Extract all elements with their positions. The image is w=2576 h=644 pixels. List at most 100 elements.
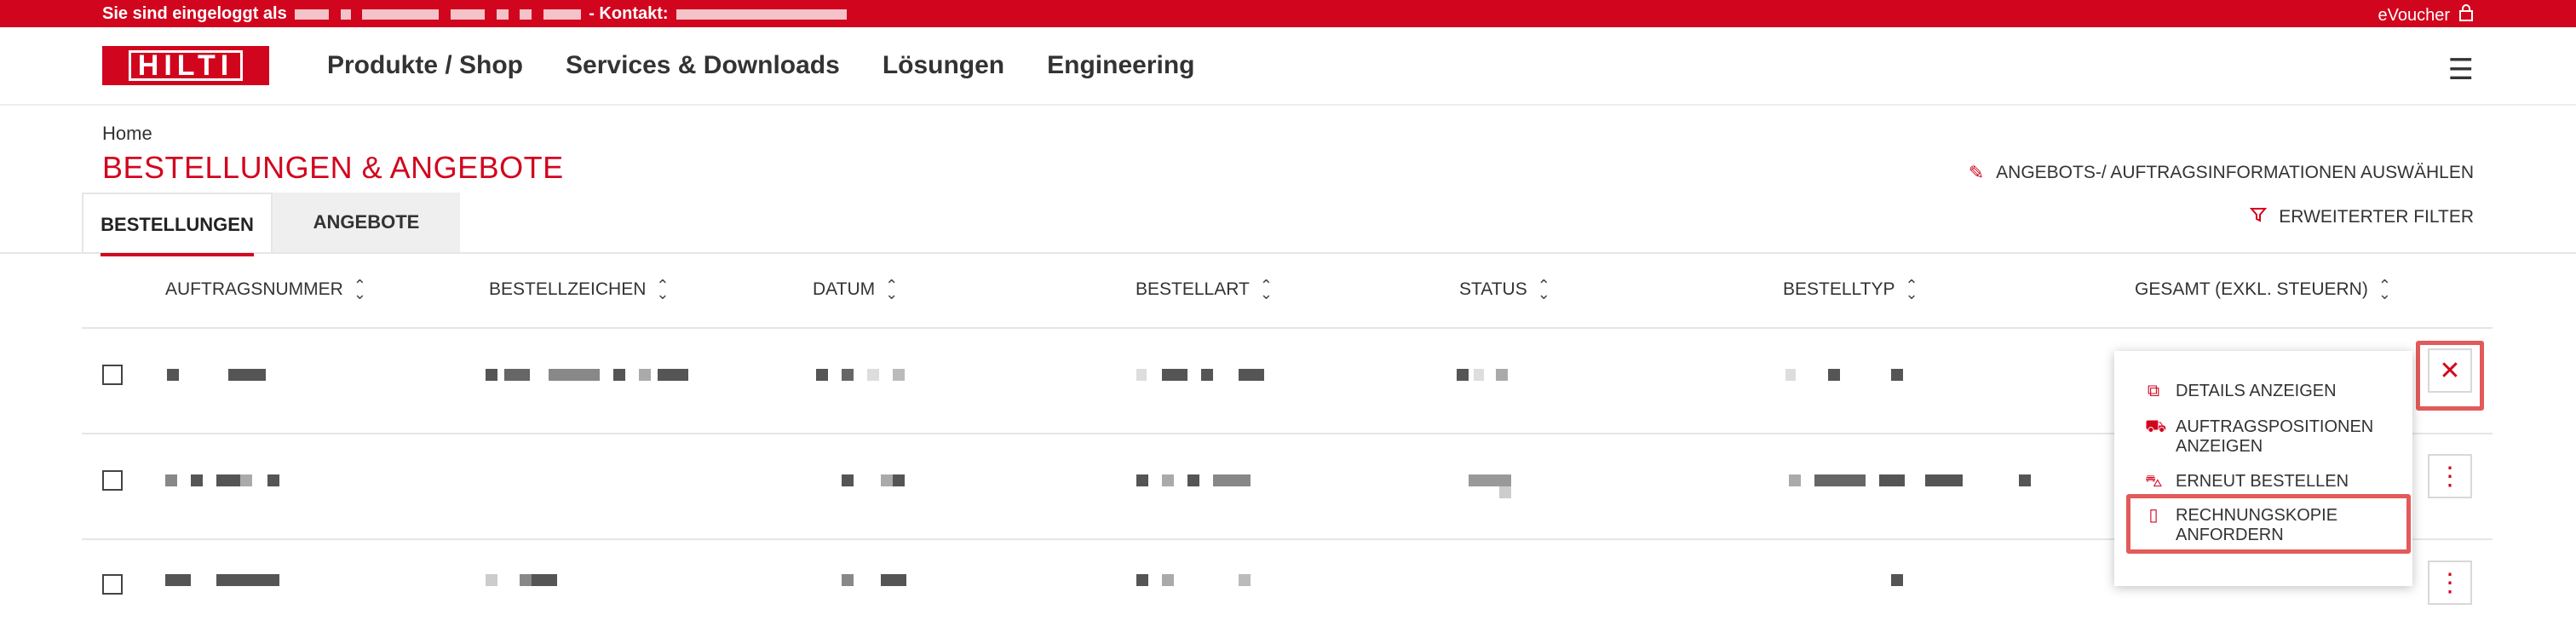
- redacted-cell: [240, 474, 252, 486]
- extended-filter-link[interactable]: ERWEITERTER FILTER: [2250, 206, 2474, 228]
- sort-icon: ⌃ ⌄: [2378, 277, 2391, 302]
- redacted-cell: [658, 369, 688, 381]
- redacted-cell: [532, 574, 557, 586]
- redacted-cell: [2019, 474, 2031, 486]
- more-vertical-icon: ⋮: [2437, 568, 2463, 597]
- redacted-cell: [881, 474, 893, 486]
- col-total[interactable]: GESAMT (EXKL. STEUERN) ⌃ ⌄: [2135, 277, 2391, 302]
- redacted-cell: [1136, 369, 1147, 381]
- table-header: AUFTRAGSNUMMER ⌃ ⌄ BESTELLZEICHEN ⌃ ⌄ DATUM ⌃…: [82, 256, 2493, 329]
- hilti-logo[interactable]: HILTI: [102, 46, 269, 85]
- redacted-cell: [1891, 574, 1903, 586]
- redacted-cell: [1879, 474, 1905, 486]
- redacted-text: [340, 9, 351, 20]
- nav-products-shop[interactable]: Produkte / Shop: [327, 51, 523, 80]
- redacted-cell: [613, 369, 625, 381]
- redacted-cell: [165, 574, 191, 586]
- redacted-cell: [216, 474, 240, 486]
- menu-item-order-positions[interactable]: ⛟ AUFTRAGSPOSITIONEN ANZEIGEN: [2145, 417, 2406, 457]
- redacted-cell: [1136, 474, 1148, 486]
- redacted-text: [543, 9, 581, 20]
- redacted-cell: [1201, 369, 1213, 381]
- contact-label: - Kontakt:: [589, 4, 669, 23]
- redacted-cell: [1162, 369, 1187, 381]
- select-info-label: ANGEBOTS-/ AUFTRAGSINFORMATIONEN AUSWÄHL…: [1996, 163, 2474, 182]
- select-info-link[interactable]: ✎ ANGEBOTS-/ AUFTRAGSINFORMATIONEN AUSWÄ…: [1969, 162, 2474, 184]
- redacted-cell: [867, 369, 879, 381]
- redacted-cell: [1136, 574, 1148, 586]
- redacted-cell: [486, 369, 497, 381]
- redacted-cell: [893, 474, 905, 486]
- redacted-text: [295, 9, 330, 20]
- main-nav: Produkte / Shop Services & Downloads Lös…: [327, 51, 1195, 80]
- redacted-cell: [842, 369, 854, 381]
- redacted-cell: [1785, 369, 1796, 381]
- redacted-text: [362, 9, 440, 20]
- redacted-cell: [165, 474, 177, 486]
- evoucher-label: eVoucher: [2378, 5, 2450, 25]
- copy-icon: ⧉: [2147, 382, 2160, 400]
- redacted-cell: [1213, 474, 1251, 486]
- tab-orders[interactable]: BESTELLUNGEN: [82, 193, 273, 256]
- redacted-cell: [881, 574, 906, 586]
- row-actions-button[interactable]: ⋮: [2428, 561, 2472, 605]
- row-checkbox[interactable]: [102, 470, 123, 491]
- hamburger-icon[interactable]: ☰: [2448, 53, 2474, 87]
- nav-engineering[interactable]: Engineering: [1047, 51, 1194, 80]
- col-order-reference[interactable]: BESTELLZEICHEN ⌃ ⌄: [489, 278, 669, 302]
- redacted-cell: [842, 474, 854, 486]
- redacted-cell: [816, 369, 828, 381]
- menu-item-details[interactable]: ⧉ DETAILS ANZEIGEN: [2145, 382, 2406, 401]
- redacted-cell: [1499, 486, 1511, 498]
- redacted-text: [676, 9, 848, 20]
- site-header: HILTI Produkte / Shop Services & Downloa…: [0, 27, 2576, 106]
- row-checkbox[interactable]: [102, 574, 123, 595]
- tab-divider: [0, 252, 2576, 254]
- login-prefix: Sie sind eingeloggt als: [102, 4, 287, 23]
- redacted-cell: [1789, 474, 1801, 486]
- redacted-cell: [1891, 369, 1903, 381]
- nav-solutions[interactable]: Lösungen: [883, 51, 1004, 80]
- redacted-text: [496, 9, 509, 20]
- col-order-number[interactable]: AUFTRAGSNUMMER ⌃ ⌄: [165, 277, 366, 302]
- redacted-cell: [842, 574, 854, 586]
- col-date[interactable]: DATUM ⌃ ⌄: [813, 277, 899, 302]
- evoucher-link[interactable]: eVoucher: [2378, 4, 2474, 26]
- redacted-cell: [486, 574, 497, 586]
- redacted-cell: [1162, 574, 1174, 586]
- sort-icon: ⌃ ⌄: [1259, 277, 1273, 302]
- redacted-cell: [1187, 474, 1199, 486]
- redacted-cell: [1828, 369, 1840, 381]
- breadcrumb[interactable]: Home: [102, 123, 152, 145]
- redacted-cell: [228, 369, 266, 381]
- col-order-type[interactable]: BESTELLART ⌃ ⌄: [1136, 277, 1273, 302]
- sort-icon: ⌃ ⌄: [1537, 277, 1550, 302]
- tab-bar: BESTELLUNGEN ANGEBOTE: [82, 193, 460, 256]
- top-bar: Sie sind eingeloggt als - Kontakt: eVouc…: [0, 0, 2576, 27]
- highlight-close-button: [2416, 341, 2484, 411]
- redacted-cell: [1469, 474, 1511, 486]
- col-order-kind[interactable]: BESTELLTYP ⌃ ⌄: [1783, 277, 1918, 302]
- redacted-cell: [167, 369, 179, 381]
- redacted-cell: [191, 474, 203, 486]
- col-status[interactable]: STATUS ⌃ ⌄: [1459, 277, 1550, 302]
- redacted-cell: [1457, 369, 1469, 381]
- row-actions-button[interactable]: ⋮: [2428, 454, 2472, 498]
- sort-icon: ⌃ ⌄: [1905, 277, 1918, 302]
- redacted-cell: [1814, 474, 1866, 486]
- redacted-cell: [1239, 574, 1251, 586]
- redacted-cell: [893, 369, 905, 381]
- nav-services-downloads[interactable]: Services & Downloads: [566, 51, 840, 80]
- redacted-cell: [1925, 474, 1963, 486]
- sort-icon: ⌃ ⌄: [885, 277, 899, 302]
- menu-item-reorder[interactable]: ⛍ ERNEUT BESTELLEN: [2145, 472, 2406, 492]
- tab-quotes[interactable]: ANGEBOTE: [273, 193, 460, 252]
- filter-icon: [2250, 206, 2268, 228]
- sort-icon: ⌃ ⌄: [353, 277, 366, 302]
- redacted-cell: [1496, 369, 1508, 381]
- row-checkbox[interactable]: [102, 365, 123, 385]
- redacted-cell: [639, 369, 651, 381]
- redacted-cell: [1239, 369, 1264, 381]
- highlight-invoice-copy: [2126, 494, 2411, 554]
- page-title: BESTELLUNGEN & ANGEBOTE: [102, 150, 564, 185]
